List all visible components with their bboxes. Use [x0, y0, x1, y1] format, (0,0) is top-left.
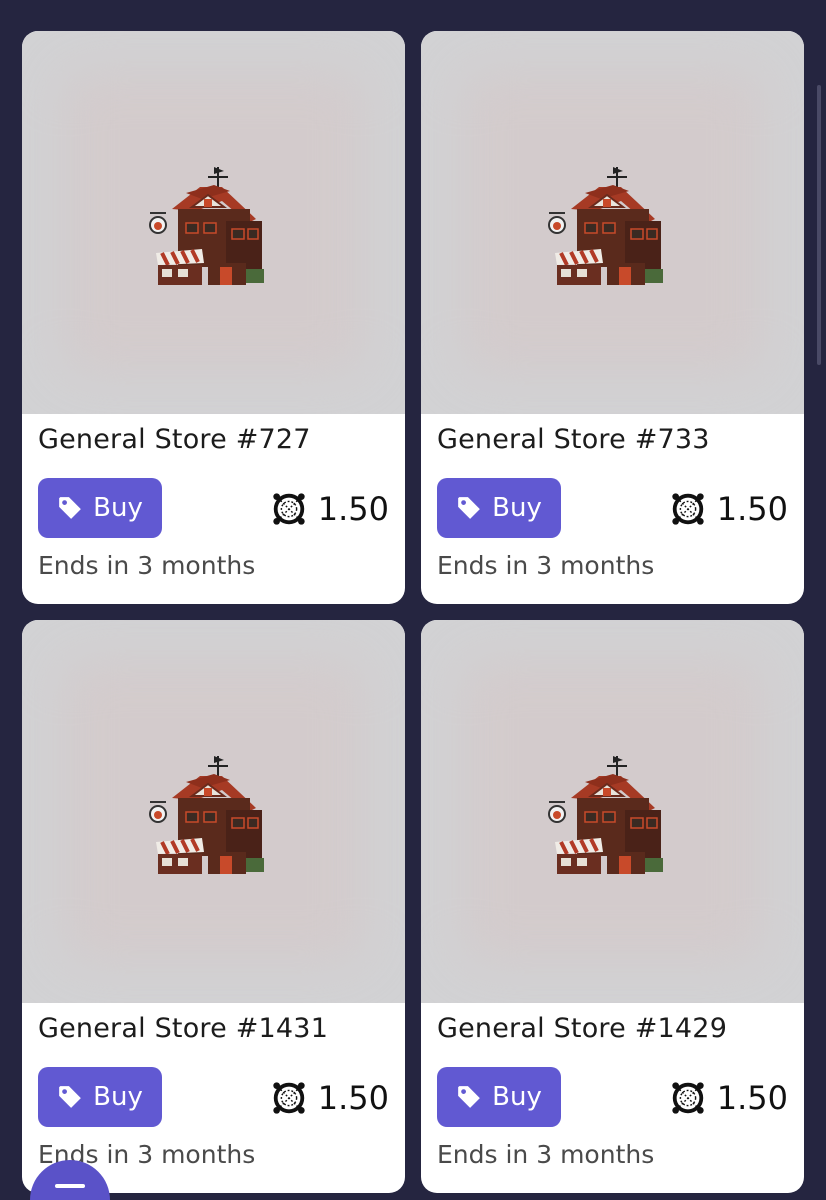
listing-image[interactable] — [22, 31, 405, 414]
listing-image[interactable] — [421, 31, 804, 414]
listing-card[interactable]: General Store #733 Buy 1.50 Ends in 3 mo… — [421, 31, 804, 604]
price-value: 1.50 — [317, 490, 389, 528]
listing-title[interactable]: General Store #1431 — [38, 1013, 328, 1044]
price: 1.50 — [270, 487, 389, 531]
listing-card[interactable]: General Store #727 Buy 1.50 Ends in 3 mo… — [22, 31, 405, 604]
ends-label: Ends in 3 months — [38, 551, 256, 580]
buy-button-label: Buy — [492, 493, 542, 523]
price-value: 1.50 — [317, 1079, 389, 1117]
buy-button[interactable]: Buy — [437, 1067, 561, 1127]
listing-grid: General Store #727 Buy 1.50 Ends in 3 mo… — [22, 31, 804, 1193]
ends-label: Ends in 3 months — [437, 551, 655, 580]
price: 1.50 — [270, 1076, 389, 1120]
currency-token-icon — [672, 493, 704, 525]
listing-image[interactable] — [22, 620, 405, 1003]
currency-token-icon — [273, 1082, 305, 1114]
buy-button[interactable]: Buy — [38, 1067, 162, 1127]
listing-title[interactable]: General Store #1429 — [437, 1013, 727, 1044]
buy-button[interactable]: Buy — [38, 478, 162, 538]
scrollbar[interactable] — [817, 85, 821, 365]
general-store-house-icon — [548, 756, 663, 874]
listing-title[interactable]: General Store #727 — [38, 424, 311, 455]
general-store-house-icon — [548, 167, 663, 285]
buy-button-label: Buy — [492, 1082, 542, 1112]
tag-icon — [458, 1086, 480, 1108]
buy-button-label: Buy — [93, 493, 143, 523]
listing-title[interactable]: General Store #733 — [437, 424, 710, 455]
tag-icon — [458, 497, 480, 519]
currency-token-icon — [672, 1082, 704, 1114]
buy-button[interactable]: Buy — [437, 478, 561, 538]
tag-icon — [59, 497, 81, 519]
menu-icon — [55, 1184, 85, 1200]
price: 1.50 — [669, 1076, 788, 1120]
general-store-house-icon — [149, 756, 264, 874]
price-value: 1.50 — [716, 490, 788, 528]
buy-button-label: Buy — [93, 1082, 143, 1112]
tag-icon — [59, 1086, 81, 1108]
listing-card[interactable]: General Store #1429 Buy 1.50 Ends in 3 m… — [421, 620, 804, 1193]
listing-image[interactable] — [421, 620, 804, 1003]
ends-label: Ends in 3 months — [437, 1140, 655, 1169]
marketplace-page: General Store #727 Buy 1.50 Ends in 3 mo… — [0, 0, 826, 1200]
price: 1.50 — [669, 487, 788, 531]
price-value: 1.50 — [716, 1079, 788, 1117]
currency-token-icon — [273, 493, 305, 525]
general-store-house-icon — [149, 167, 264, 285]
listing-card[interactable]: General Store #1431 Buy 1.50 Ends in 3 m… — [22, 620, 405, 1193]
